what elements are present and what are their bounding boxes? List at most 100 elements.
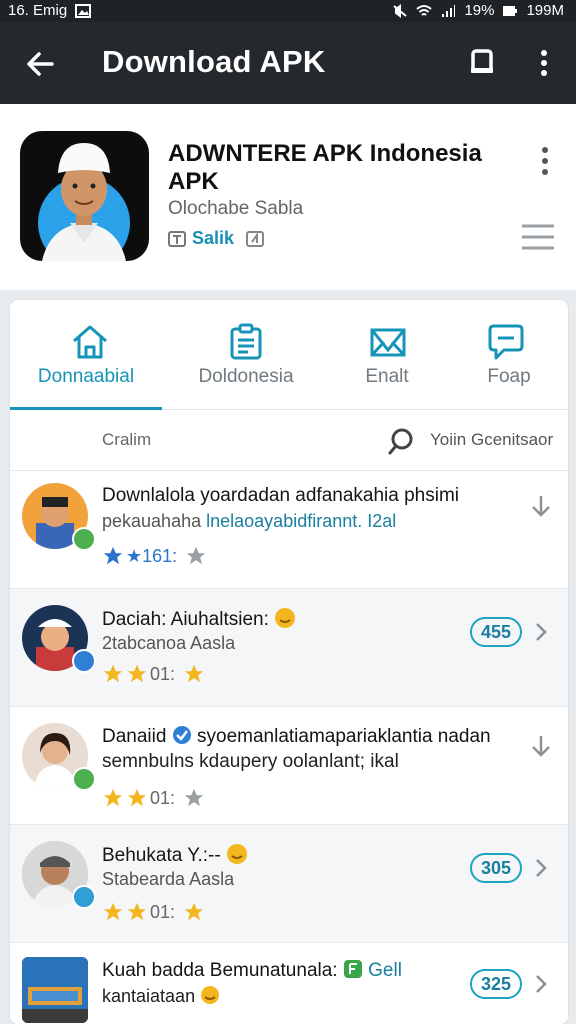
tab-label: Foap — [487, 366, 531, 387]
page-title: Download APK — [102, 44, 326, 79]
app-header-card: ADWNTERE APK Indonesia APK Olochabe Sabl… — [0, 104, 576, 290]
chevron-right-icon[interactable] — [528, 971, 554, 997]
age-rating-icon — [246, 230, 265, 247]
emoji-icon — [201, 986, 220, 1004]
star-icon — [187, 546, 206, 565]
item-subtitle-highlight: lnelaoayabidfirannt. I2al — [206, 511, 397, 531]
search-label[interactable]: Yoiin Gcenitsaor — [430, 430, 553, 450]
item-title-text: Danaiid — [102, 726, 167, 747]
tab-mail[interactable]: Enalt — [328, 300, 446, 410]
tab-label: Enalt — [365, 366, 409, 387]
chat-icon — [488, 324, 524, 360]
list-item[interactable]: Downlalola yoardadan adfanakahia phsimi … — [10, 470, 568, 588]
list-item[interactable]: Daciah: Aiuhaltsien: 2tabcanoa Aasla 01:… — [10, 588, 568, 706]
clipboard-icon — [230, 323, 262, 360]
verified-icon — [72, 527, 96, 551]
item-title: Behukata Y.:-- — [102, 843, 248, 867]
wifi-icon — [416, 4, 433, 16]
arrow-left-icon[interactable] — [22, 46, 58, 82]
battery-percent: 19% — [464, 2, 495, 19]
rating: 01: — [102, 901, 205, 923]
rating-text: 01: — [150, 663, 176, 684]
item-title-highlight: Gell — [368, 960, 402, 981]
item-title: Downlalola yoardadan adfanakahia phsimi — [102, 485, 460, 506]
mail-icon — [370, 328, 406, 357]
image-notification-icon — [75, 3, 92, 18]
star-icon — [184, 902, 204, 921]
star-icon — [103, 546, 123, 565]
verified-icon — [72, 767, 96, 791]
rating: ★161: — [102, 545, 207, 567]
rating: 01: — [102, 663, 205, 685]
search-icon[interactable] — [388, 426, 418, 456]
verified-icon — [72, 649, 96, 673]
status-bar: 16. Emig 19% 199M — [0, 0, 576, 22]
content-panel: Donnaabial Doldonesia Enalt Foap Cralim … — [10, 300, 568, 1024]
bookmark-icon[interactable] — [466, 46, 498, 78]
count-badge: 325 — [470, 969, 522, 999]
item-subtitle-text: kantaiataan — [102, 986, 196, 1006]
emoji-smile-icon — [275, 608, 296, 628]
item-subtitle: pekauahaha lnelaoayabidfirannt. I2al — [102, 511, 396, 532]
avatar — [22, 957, 88, 1023]
arrow-down-icon[interactable] — [528, 733, 554, 759]
count-badge: 455 — [470, 617, 522, 647]
rating: 01: — [102, 787, 205, 809]
list-item[interactable]: Kuah badda Bemunatunala: Gell kantaiataa… — [10, 942, 568, 1024]
tab-chat[interactable]: Foap — [454, 300, 564, 410]
rating-text: ★161: — [126, 545, 178, 566]
chevron-right-icon[interactable] — [528, 855, 554, 881]
home-icon — [73, 325, 107, 359]
item-subtitle: semnbulns kdaupery oolanlant; ikal — [102, 751, 399, 772]
tab-home[interactable]: Donnaabial — [10, 300, 162, 410]
item-subtitle: kantaiataan — [102, 985, 220, 1007]
app-badge-label: Salik — [192, 228, 235, 248]
item-title: Danaiid syoemanlatiamapariaklantia nadan — [102, 725, 491, 748]
star-icon — [127, 902, 147, 921]
app-badge-icon — [343, 960, 362, 978]
app-developer[interactable]: Olochabe Sabla — [168, 198, 303, 220]
data-label: 199M — [526, 2, 564, 19]
mute-icon — [393, 3, 408, 18]
app-bar: Download APK — [0, 22, 576, 104]
item-title-rest: syoemanlatiamapariaklantia nadan — [197, 726, 491, 747]
more-vertical-icon[interactable] — [532, 46, 556, 80]
app-name: ADWNTERE APK Indonesia APK — [168, 140, 482, 195]
more-vertical-icon[interactable] — [534, 144, 556, 178]
arrow-down-icon[interactable] — [528, 493, 554, 519]
battery-icon — [503, 5, 518, 16]
rating-text: 01: — [150, 901, 176, 922]
menu-icon[interactable] — [520, 222, 556, 252]
tab-indonesia[interactable]: Doldonesia — [176, 300, 316, 410]
emoji-smile-icon — [226, 844, 247, 864]
tab-label: Donnaabial — [37, 366, 135, 387]
star-icon — [103, 788, 123, 807]
filter-label[interactable]: Cralim — [102, 430, 151, 450]
count-badge: 305 — [470, 853, 522, 883]
item-title-text: Daciah: Aiuhaltsien: — [102, 609, 269, 630]
status-time: 16. Emig — [8, 2, 68, 19]
item-title-text: Behukata Y.:-- — [102, 845, 221, 866]
tab-bar: Donnaabial Doldonesia Enalt Foap — [10, 300, 568, 410]
star-icon — [127, 664, 147, 683]
shield-badge-icon — [168, 230, 186, 247]
star-icon — [127, 788, 147, 807]
app-icon[interactable] — [20, 131, 149, 261]
rating-text: 01: — [150, 787, 176, 808]
item-subtitle: Stabearda Aasla — [102, 869, 235, 889]
item-title: Daciah: Aiuhaltsien: — [102, 607, 296, 631]
star-icon — [103, 664, 123, 683]
signal-icon — [442, 4, 456, 17]
item-subtitle: 2tabcanoa Aasla — [102, 633, 236, 653]
item-title-text: Kuah badda Bemunatunala: — [102, 960, 338, 981]
star-icon — [184, 788, 204, 807]
list-item[interactable]: Danaiid syoemanlatiamapariaklantia nadan… — [10, 706, 568, 824]
list-item[interactable]: Behukata Y.:-- Stabearda Aasla 01: 305 — [10, 824, 568, 942]
chevron-right-icon[interactable] — [528, 619, 554, 645]
verified-icon — [72, 885, 96, 909]
tab-label: Doldonesia — [198, 366, 294, 387]
item-title: Kuah badda Bemunatunala: Gell — [102, 959, 402, 982]
filter-row: Cralim Yoiin Gcenitsaor — [10, 410, 568, 470]
verified-check-icon — [172, 726, 191, 744]
star-icon — [184, 664, 204, 683]
